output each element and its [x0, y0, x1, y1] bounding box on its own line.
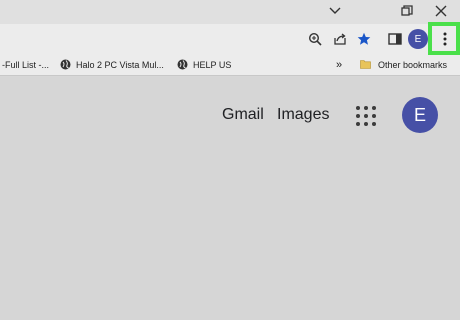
- side-panel-icon[interactable]: [384, 28, 406, 50]
- other-bookmarks-label: Other bookmarks: [378, 60, 448, 70]
- profile-avatar[interactable]: E: [408, 29, 428, 49]
- share-icon[interactable]: [329, 28, 351, 50]
- zoom-icon[interactable]: [304, 28, 326, 50]
- account-avatar[interactable]: E: [402, 97, 438, 133]
- other-bookmarks-button[interactable]: Other bookmarks: [360, 57, 447, 73]
- bookmark-item[interactable]: Halo 2 PC Vista Mul...: [60, 57, 164, 73]
- bookmark-label: HELP US: [193, 60, 232, 70]
- menu-highlight-box: [428, 22, 460, 55]
- restore-icon[interactable]: [390, 0, 424, 22]
- bookmark-label: Halo 2 PC Vista Mul...: [76, 60, 164, 70]
- gmail-link[interactable]: Gmail: [222, 105, 264, 125]
- globe-icon: [177, 59, 188, 72]
- bookmark-item[interactable]: HELP US: [177, 57, 231, 73]
- bookmark-item[interactable]: -Full List -...: [2, 57, 49, 73]
- title-bar: [0, 0, 460, 24]
- apps-grid-icon[interactable]: [356, 106, 376, 126]
- browser-toolbar: E: [0, 24, 460, 54]
- globe-icon: [60, 59, 71, 72]
- bookmarks-overflow-button[interactable]: »: [336, 57, 342, 73]
- folder-icon: [360, 59, 371, 71]
- bookmarks-bar: -Full List -... Halo 2 PC Vista Mul... H…: [0, 54, 460, 76]
- profile-initial: E: [414, 33, 422, 45]
- bookmark-star-icon[interactable]: [353, 28, 375, 50]
- overflow-chevron-label: »: [336, 59, 343, 71]
- avatar-initial: E: [413, 104, 426, 125]
- images-link[interactable]: Images: [277, 105, 329, 125]
- chevron-down-icon[interactable]: [318, 0, 352, 22]
- bookmark-label: -Full List -...: [2, 60, 50, 70]
- close-icon[interactable]: [424, 0, 458, 22]
- page-content: Gmail Images E: [0, 77, 460, 320]
